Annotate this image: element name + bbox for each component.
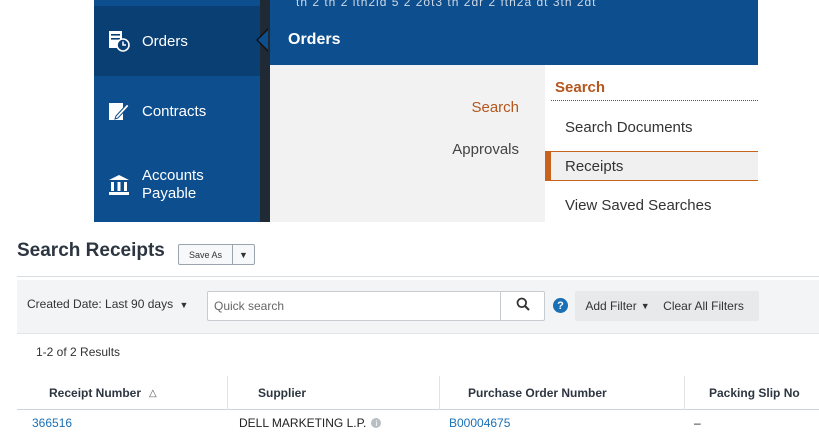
sidebar-item-contracts[interactable]: Contracts: [94, 78, 260, 144]
column-header-packing-slip-no[interactable]: Packing Slip No: [684, 376, 819, 410]
search-icon: [516, 297, 530, 316]
sidebar-item-label: Accounts Payable: [142, 167, 204, 202]
packing-slip-cell: –: [694, 416, 701, 430]
date-filter-dropdown[interactable]: Created Date: Last 90 days ▼: [27, 297, 188, 311]
table-header: Receipt Number △ Supplier Purchase Order…: [17, 376, 819, 410]
sidebar: Orders Contracts Accounts Payable: [94, 0, 260, 222]
purchase-order-link[interactable]: B00004675: [449, 416, 510, 430]
quick-search-input[interactable]: [208, 292, 498, 320]
result-count: 1-2 of 2 Results: [36, 345, 121, 359]
sidebar-item-accounts-payable[interactable]: Accounts Payable: [94, 148, 260, 222]
menu-submenu: Search Search Documents Receipts View Sa…: [545, 65, 758, 222]
table-row: 366516 DELL MARKETING L.P. i B00004675 –: [17, 412, 819, 434]
search-button[interactable]: [500, 292, 544, 320]
menu-categories: Search Approvals: [270, 65, 545, 222]
add-filter-label: Add Filter: [585, 299, 637, 313]
menu-category-approvals[interactable]: Approvals: [452, 141, 519, 158]
caret-down-icon: ▼: [239, 249, 248, 260]
sidebar-item-label: Contracts: [142, 102, 207, 120]
menu-category-search[interactable]: Search: [471, 99, 519, 116]
column-header-purchase-order-number[interactable]: Purchase Order Number: [439, 376, 684, 410]
divider: [551, 100, 758, 101]
receipt-number-link[interactable]: 366516: [32, 416, 72, 430]
contracts-icon: [108, 100, 130, 122]
filter-toolbar: Created Date: Last 90 days ▼ ? Add Filte…: [17, 280, 819, 334]
quick-search-box: [207, 291, 545, 321]
orders-flyout-menu: Orders Search Approvals Search Search Do…: [270, 9, 758, 222]
submenu-title: Search: [555, 79, 606, 96]
divider: [17, 276, 819, 277]
header-text-strip: th 2 th 2 ith2ld 5 2 2ot3 th 2dr 2 fth2a…: [270, 0, 758, 9]
caret-down-icon: ▼: [179, 300, 189, 310]
save-as-dropdown[interactable]: ▼: [233, 245, 254, 264]
supplier-cell: DELL MARKETING L.P. i: [239, 416, 382, 430]
sidebar-item-orders[interactable]: Orders: [94, 6, 260, 76]
menu-title: Orders: [270, 9, 758, 65]
menu-item-receipts[interactable]: Receipts: [545, 151, 758, 181]
menu-item-search-documents[interactable]: Search Documents: [545, 113, 758, 143]
orders-icon: [108, 30, 130, 52]
sidebar-item-label: Orders: [142, 32, 188, 50]
bank-icon: [108, 174, 130, 196]
save-as-button-group: Save As ▼: [178, 244, 255, 265]
info-icon[interactable]: i: [371, 418, 382, 428]
column-header-supplier[interactable]: Supplier: [227, 376, 439, 410]
menu-pointer-fill: [258, 30, 268, 50]
save-as-button[interactable]: Save As: [179, 245, 233, 264]
sort-ascending-icon: △: [149, 387, 157, 399]
page-title: Search Receipts: [17, 240, 165, 261]
help-icon[interactable]: ?: [553, 298, 568, 313]
navigation-screenshot: Orders Contracts Accounts Payable th 2 t…: [94, 0, 758, 222]
menu-item-view-saved-searches[interactable]: View Saved Searches: [545, 191, 758, 221]
clear-all-filters-button[interactable]: Clear All Filters: [648, 291, 759, 321]
column-header-receipt-number[interactable]: Receipt Number △: [17, 376, 227, 410]
date-filter-label: Created Date: Last 90 days: [27, 297, 174, 311]
